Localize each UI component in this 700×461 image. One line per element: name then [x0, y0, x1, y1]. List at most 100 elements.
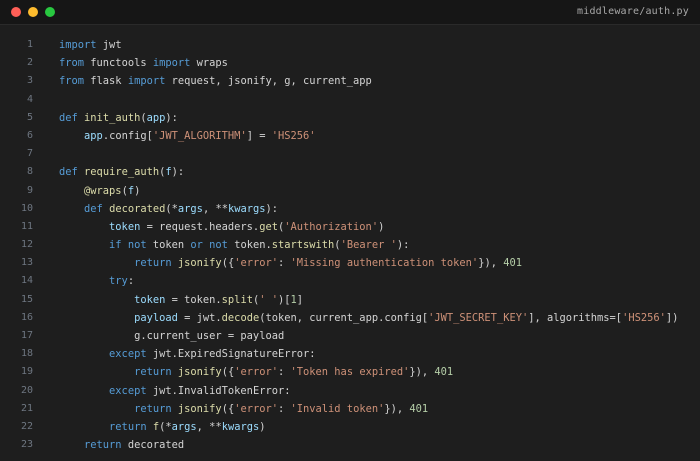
- line-number: 19: [20, 366, 33, 378]
- code-text: def decorated(*args, **kwargs):: [33, 200, 278, 218]
- code-editor[interactable]: 1 import jwt 2 from functools import wraps 3…: [0, 25, 700, 454]
- code-token: ): [378, 220, 385, 233]
- code-token: :: [127, 275, 135, 288]
- code-line: 5 def init_auth(app):: [0, 109, 700, 127]
- code-line: 6 app.config['JWT_ALGORITHM'] = 'HS256': [0, 127, 700, 145]
- code-text: @wraps(f): [33, 182, 140, 200]
- code-line: 3 from flask import request, jsonify, g, …: [0, 72, 700, 90]
- code-token: 'error': [234, 366, 278, 379]
- code-text: def require_auth(f):: [33, 163, 184, 181]
- line-number: 6: [26, 129, 33, 141]
- code-token: ): [134, 184, 141, 197]
- code-token: 'Authorization': [284, 220, 379, 233]
- code-token: or not: [190, 239, 228, 252]
- code-token: if not: [109, 239, 147, 252]
- code-token: 'error': [234, 257, 278, 270]
- code-line: 2 from functools import wraps: [0, 54, 700, 72]
- code-token: jwt.ExpiredSignatureError:: [146, 348, 316, 361]
- code-token: jwt: [96, 39, 122, 51]
- line-number: 3: [26, 75, 33, 87]
- code-token: token.: [227, 239, 272, 252]
- maximize-button[interactable]: [45, 7, 55, 17]
- line-number: 2: [26, 57, 33, 69]
- code-token: ):: [265, 202, 279, 215]
- code-token: ):: [396, 239, 410, 252]
- code-token: 401: [409, 402, 429, 415]
- code-line: 14 try:: [0, 272, 700, 290]
- code-token: split: [221, 293, 253, 306]
- code-token: wraps: [190, 57, 228, 70]
- code-token: from: [59, 57, 85, 70]
- code-token: except: [109, 348, 147, 361]
- code-token: ]): [665, 311, 679, 324]
- code-token: startswith: [271, 239, 335, 252]
- code-line: 11 token = request.headers.get('Authoriz…: [0, 218, 700, 236]
- code-token: 'Token has expired': [290, 366, 410, 379]
- code-token: token: [134, 293, 166, 306]
- code-token: 401: [434, 366, 454, 379]
- code-token: token: [146, 239, 191, 252]
- line-number: 22: [20, 420, 33, 432]
- code-token: ({: [221, 366, 235, 379]
- code-token: ]: [296, 293, 304, 306]
- code-line: 20 except jwt.InvalidTokenError:: [0, 382, 700, 400]
- code-text: app.config['JWT_ALGORITHM'] = 'HS256': [33, 127, 316, 145]
- line-number: 11: [20, 220, 33, 232]
- code-text: token = token.split(' ')[1]: [33, 291, 303, 309]
- code-token: decorated: [109, 202, 166, 215]
- code-line: 9 @wraps(f): [0, 182, 700, 200]
- code-token: @wraps: [84, 184, 122, 197]
- code-token: try: [109, 275, 128, 288]
- code-token: = token.: [165, 293, 222, 306]
- code-token: return: [134, 402, 172, 415]
- code-line: 18 except jwt.ExpiredSignatureError:: [0, 345, 700, 363]
- code-token: 'HS256': [271, 129, 316, 142]
- code-token: (token, current_app.config[: [259, 311, 429, 324]
- code-token: import: [152, 57, 191, 70]
- line-number: 18: [20, 348, 33, 360]
- code-token: decorated: [121, 439, 185, 452]
- code-line: 16 payload = jwt.decode(token, current_a…: [0, 309, 700, 327]
- code-token: 'JWT_SECRET_KEY': [428, 311, 529, 324]
- code-token: (*: [165, 202, 178, 215]
- code-token: ({: [221, 257, 235, 270]
- minimize-button[interactable]: [28, 7, 38, 17]
- code-text: return decorated: [33, 436, 184, 454]
- code-token: kwargs: [221, 420, 260, 433]
- code-token: import: [59, 39, 97, 51]
- code-token: ], algorithms=[: [528, 311, 623, 324]
- code-token: }),: [409, 366, 435, 379]
- code-token: args: [177, 202, 203, 215]
- code-token: :: [278, 402, 291, 415]
- code-token: = request.headers.: [140, 220, 260, 233]
- code-token: 'HS256': [622, 311, 666, 324]
- code-line: 8 def require_auth(f):: [0, 163, 700, 181]
- code-token: ):: [165, 111, 178, 124]
- code-token: require_auth: [84, 166, 160, 179]
- line-number: 7: [26, 148, 33, 160]
- code-window: middleware/auth.py 1 import jwt 2 from func…: [0, 0, 700, 461]
- code-token: }),: [384, 402, 410, 415]
- code-token: 401: [503, 257, 522, 270]
- code-token: app: [146, 111, 166, 124]
- code-text: return jsonify({'error': 'Token has expi…: [33, 363, 453, 381]
- code-token: token: [109, 220, 141, 233]
- code-token: init_auth: [84, 111, 141, 124]
- code-text: return jsonify({'error': 'Invalid token'…: [33, 400, 428, 418]
- code-token: import: [127, 75, 166, 88]
- code-token: except: [109, 384, 147, 397]
- code-token: .config[: [102, 129, 153, 142]
- file-name: middleware/auth.py: [577, 6, 689, 17]
- line-number: 8: [26, 166, 33, 178]
- code-token: 'Bearer ': [340, 239, 397, 252]
- close-button[interactable]: [11, 7, 21, 17]
